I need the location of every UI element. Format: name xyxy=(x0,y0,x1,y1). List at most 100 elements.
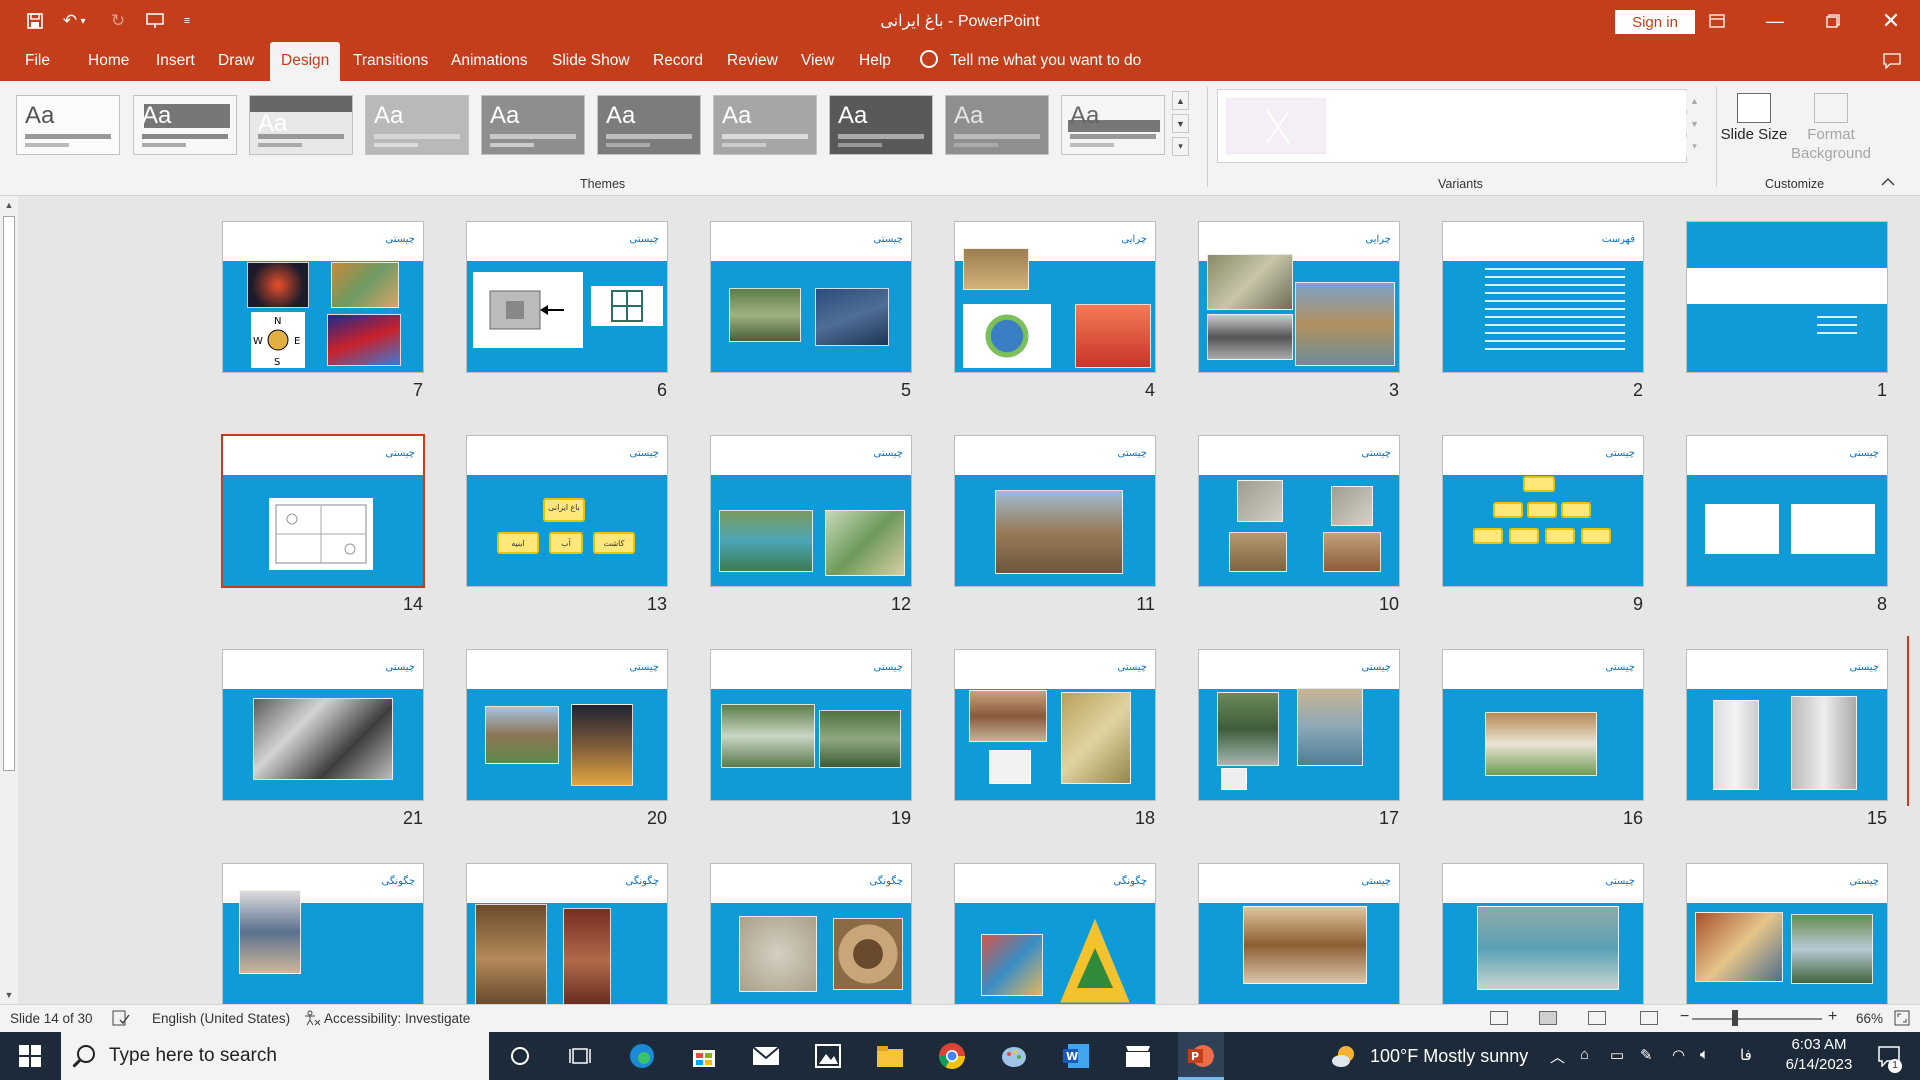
theme-8[interactable]: Aa xyxy=(829,95,933,155)
theme-6[interactable]: Aa xyxy=(597,95,701,155)
tab-animations[interactable]: Animations xyxy=(440,42,539,81)
paint-icon[interactable] xyxy=(998,1040,1030,1072)
theme-office[interactable]: Aa xyxy=(16,95,120,155)
slide-thumbnail-5[interactable]: چیستی xyxy=(711,222,911,372)
zoom-slider-track[interactable] xyxy=(1692,1018,1822,1020)
slide-thumbnail-2[interactable]: فهرست xyxy=(1443,222,1643,372)
slide-thumbnail-8[interactable]: چیستی xyxy=(1687,436,1887,586)
accessibility-status[interactable]: Accessibility: Investigate xyxy=(324,1011,470,1026)
weather-text[interactable]: 100°F Mostly sunny xyxy=(1370,1046,1528,1067)
scroll-down-arrow[interactable]: ▼ xyxy=(2,988,16,1002)
slide-thumbnail-3[interactable]: چرایی xyxy=(1199,222,1399,372)
word-icon[interactable]: W xyxy=(1060,1040,1092,1072)
variants-scroll-up[interactable]: ▲ xyxy=(1686,91,1703,110)
cortana-icon[interactable] xyxy=(504,1040,536,1072)
variants-scroll-down[interactable]: ▼ xyxy=(1686,114,1703,133)
collapse-ribbon-icon[interactable] xyxy=(1878,173,1898,189)
scroll-up-arrow[interactable]: ▲ xyxy=(2,198,16,212)
spelling-check-icon[interactable] xyxy=(112,1010,130,1029)
slide-thumbnail-27[interactable]: چگونگی xyxy=(467,864,667,1004)
tell-me-search[interactable]: Tell me what you want to do xyxy=(920,42,1141,81)
language-indicator[interactable]: English (United States) xyxy=(152,1011,290,1026)
zoom-in-button[interactable]: + xyxy=(1828,1008,1837,1026)
slide-thumbnail-14[interactable]: چیستی xyxy=(223,436,423,586)
input-language[interactable]: فا xyxy=(1740,1046,1752,1064)
show-hidden-icons[interactable]: ︿ xyxy=(1550,1046,1565,1067)
comments-icon[interactable] xyxy=(1869,46,1915,76)
variant-thumbnail[interactable] xyxy=(1226,98,1326,154)
slide-thumbnail-16[interactable]: چیستی xyxy=(1443,650,1643,800)
windows-start-icon[interactable] xyxy=(14,1040,46,1072)
slide-thumbnail-19[interactable]: چیستی xyxy=(711,650,911,800)
restore-icon[interactable] xyxy=(1810,6,1856,36)
volume-icon[interactable]: 🔈︎ xyxy=(1700,1046,1709,1063)
zoom-level[interactable]: 66% xyxy=(1856,1011,1883,1026)
reading-view-icon[interactable] xyxy=(1588,1011,1606,1025)
slide-thumbnail-17[interactable]: چیستی xyxy=(1199,650,1399,800)
tab-draw[interactable]: Draw xyxy=(207,42,265,81)
powerpoint-taskbar-button[interactable]: P xyxy=(1178,1032,1224,1080)
zoom-out-button[interactable]: − xyxy=(1680,1008,1689,1026)
slide-thumbnail-24[interactable]: چیستی xyxy=(1199,864,1399,1004)
theme-9[interactable]: Aa xyxy=(945,95,1049,155)
slide-thumbnail-15[interactable]: چیستی xyxy=(1687,650,1887,800)
slide-thumbnail-7[interactable]: چیستی N S W E xyxy=(223,222,423,372)
file-explorer-icon[interactable] xyxy=(874,1040,906,1072)
task-view-icon[interactable] xyxy=(564,1040,596,1072)
gallery-more[interactable]: ▾ xyxy=(1172,137,1189,156)
format-background-button[interactable]: Format Background xyxy=(1779,93,1883,163)
ribbon-display-options-icon[interactable] xyxy=(1694,6,1740,36)
slide-thumbnail-13[interactable]: چیستی باغ ایرانی ابنیه آب کاشت xyxy=(467,436,667,586)
slide-counter[interactable]: Slide 14 of 30 xyxy=(10,1011,93,1026)
slide-thumbnail-11[interactable]: چیستی xyxy=(955,436,1155,586)
minimize-icon[interactable]: — xyxy=(1752,6,1798,36)
tab-help[interactable]: Help xyxy=(848,42,902,81)
tab-transitions[interactable]: Transitions xyxy=(342,42,439,81)
slide-thumbnail-26[interactable]: چگونگی xyxy=(711,864,911,1004)
wifi-icon[interactable]: ◠ xyxy=(1672,1046,1685,1064)
pen-icon[interactable]: ✎ xyxy=(1640,1046,1653,1064)
variants-more[interactable]: ▾ xyxy=(1686,137,1703,156)
theme-2[interactable]: Aa xyxy=(133,95,237,155)
edge-icon[interactable] xyxy=(626,1040,658,1072)
mail-icon[interactable] xyxy=(750,1040,782,1072)
theme-10[interactable]: Aa xyxy=(1061,95,1165,155)
fit-to-window-icon[interactable] xyxy=(1894,1010,1910,1029)
tab-review[interactable]: Review xyxy=(716,42,789,81)
normal-view-icon[interactable] xyxy=(1490,1011,1508,1025)
slide-thumbnail-21[interactable]: چیستی xyxy=(223,650,423,800)
slide-thumbnail-18[interactable]: چیستی xyxy=(955,650,1155,800)
network-icon[interactable]: ⌂ xyxy=(1580,1046,1589,1063)
accessibility-icon[interactable] xyxy=(303,1010,321,1029)
taskbar-search[interactable]: Type here to search xyxy=(61,1032,489,1080)
slide-thumbnail-6[interactable]: چیستی xyxy=(467,222,667,372)
theme-5[interactable]: Aa xyxy=(481,95,585,155)
weather-icon[interactable] xyxy=(1328,1040,1360,1072)
vertical-scrollbar[interactable]: ▲ ▼ xyxy=(0,196,18,1004)
slide-thumbnail-28[interactable]: چگونگی xyxy=(223,864,423,1004)
gallery-scroll-down[interactable]: ▼ xyxy=(1172,114,1189,133)
tab-slide-show[interactable]: Slide Show xyxy=(541,42,641,81)
slide-show-view-icon[interactable] xyxy=(1640,1011,1658,1025)
variants-gallery[interactable] xyxy=(1217,89,1687,163)
tab-view[interactable]: View xyxy=(790,42,845,81)
slide-thumbnail-4[interactable]: چرایی xyxy=(955,222,1155,372)
video-editor-icon[interactable] xyxy=(1122,1040,1154,1072)
slide-thumbnail-25[interactable]: چگونگی xyxy=(955,864,1155,1004)
clock[interactable]: 6:03 AM 6/14/2023 xyxy=(1770,1035,1868,1075)
zoom-slider-thumb[interactable] xyxy=(1732,1010,1738,1026)
slide-thumbnail-9[interactable]: چیستی xyxy=(1443,436,1643,586)
theme-4[interactable]: Aa xyxy=(365,95,469,155)
tab-file[interactable]: File xyxy=(14,42,61,81)
chrome-icon[interactable] xyxy=(936,1040,968,1072)
theme-7[interactable]: Aa xyxy=(713,95,817,155)
tab-design[interactable]: Design xyxy=(270,42,341,81)
scrollbar-thumb[interactable] xyxy=(3,216,15,771)
tab-record[interactable]: Record xyxy=(642,42,714,81)
slide-thumbnail-22[interactable]: چیستی xyxy=(1687,864,1887,1004)
theme-3[interactable]: Aa xyxy=(249,95,353,155)
photos-icon[interactable] xyxy=(812,1040,844,1072)
battery-icon[interactable]: ▭ xyxy=(1610,1046,1624,1064)
slide-thumbnail-12[interactable]: چیستی xyxy=(711,436,911,586)
slide-thumbnail-1[interactable] xyxy=(1687,222,1887,372)
